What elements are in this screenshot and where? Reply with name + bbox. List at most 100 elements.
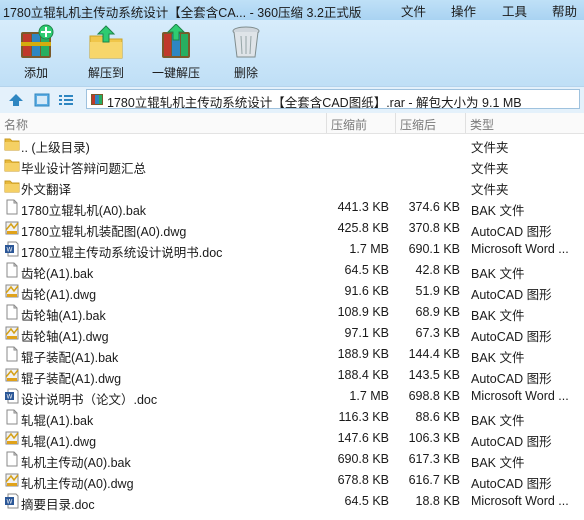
- file-row[interactable]: W 设计说明书（论文）.doc 1.7 MB 698.8 KB Microsoft Wo…: [0, 386, 584, 407]
- packed-size: 1.7 MB: [349, 242, 389, 256]
- file-row[interactable]: 齿轮轴(A1).bak 108.9 KB 68.9 KB BAK 文件: [0, 302, 584, 323]
- packed-size: 116.3 KB: [338, 410, 389, 424]
- packed-size: 64.5 KB: [344, 263, 389, 277]
- column-type[interactable]: 类型: [470, 116, 494, 133]
- dwg-file-icon: [4, 367, 20, 383]
- file-row[interactable]: 辊子装配(A1).bak 188.9 KB 144.4 KB BAK 文件: [0, 344, 584, 365]
- unpacked-size: 143.5 KB: [408, 368, 460, 382]
- up-arrow-icon[interactable]: [8, 93, 24, 107]
- file-row[interactable]: 辊子装配(A1).dwg 188.4 KB 143.5 KB AutoCAD 图形: [0, 365, 584, 386]
- file-name: 轧机主传动(A0).bak: [21, 456, 131, 470]
- details-view-icon[interactable]: [34, 93, 50, 107]
- file-row[interactable]: 齿轮(A1).dwg 91.6 KB 51.9 KB AutoCAD 图形: [0, 281, 584, 302]
- file-row[interactable]: 轧辊(A1).dwg 147.6 KB 106.3 KB AutoCAD 图形: [0, 428, 584, 449]
- one-click-extract-button[interactable]: 一键解压: [147, 24, 205, 84]
- menu-file[interactable]: 文件: [401, 1, 426, 20]
- file-type: AutoCAD 图形: [471, 477, 552, 491]
- dwg-file-icon: [4, 325, 20, 341]
- file-type: 文件夹: [471, 141, 509, 155]
- one-click-extract-button-label: 一键解压: [151, 66, 200, 80]
- column-divider[interactable]: [395, 113, 396, 133]
- packed-size: 147.6 KB: [337, 431, 389, 445]
- file-name: 摘要目录.doc: [21, 498, 95, 512]
- file-name: 外文翻译: [21, 183, 72, 197]
- title-bar: 1780立辊轧机主传动系统设计【全套含CA... - 360压缩 3.2正式版 …: [0, 0, 584, 20]
- file-name: 齿轮轴(A1).dwg: [21, 330, 109, 344]
- archive-path-field[interactable]: 1780立辊轧机主传动系统设计【全套含CAD图纸】.rar - 解包大小为 9.…: [86, 89, 580, 110]
- packed-size: 97.1 KB: [344, 326, 389, 340]
- file-name: 辊子装配(A1).bak: [21, 351, 119, 365]
- file-row[interactable]: W 1780立辊主传动系统设计说明书.doc 1.7 MB 690.1 KB Micro…: [0, 239, 584, 260]
- file-row[interactable]: 1780立辊轧机装配图(A0).dwg 425.8 KB 370.8 KB AutoC…: [0, 218, 584, 239]
- file-name: 毕业设计答辩问题汇总: [21, 162, 147, 176]
- file-row[interactable]: 轧机主传动(A0).bak 690.8 KB 617.3 KB BAK 文件: [0, 449, 584, 470]
- file-list: .. (上级目录) 文件夹 毕业设计答辩问题汇总 文件夹 外文翻译 文件夹 1780立辊轧机…: [0, 134, 584, 520]
- folder-row[interactable]: 外文翻译 文件夹: [0, 176, 584, 197]
- unpacked-size: 42.8 KB: [415, 263, 460, 277]
- svg-text:W: W: [7, 395, 13, 401]
- unpacked-size: 690.1 KB: [408, 242, 460, 256]
- file-name: 轧机主传动(A0).dwg: [21, 477, 134, 491]
- bak-file-icon: [4, 304, 20, 320]
- packed-size: 188.9 KB: [337, 347, 389, 361]
- unpacked-size: 144.4 KB: [408, 347, 460, 361]
- file-row[interactable]: 1780立辊轧机(A0).bak 441.3 KB 374.6 KB BAK 文件: [0, 197, 584, 218]
- one-click-extract-icon: [162, 24, 190, 58]
- file-type: 文件夹: [471, 162, 509, 176]
- file-name: 1780立辊轧机(A0).bak: [21, 204, 147, 218]
- file-row[interactable]: 轧机主传动(A0).dwg 678.8 KB 616.7 KB AutoCAD 图形: [0, 470, 584, 491]
- path-bar: 1780立辊轧机主传动系统设计【全套含CAD图纸】.rar - 解包大小为 9.…: [0, 86, 584, 114]
- bak-file-icon: [4, 199, 20, 215]
- file-name: 1780立辊轧机装配图(A0).dwg: [21, 225, 187, 239]
- file-row[interactable]: W 摘要目录.doc 64.5 KB 18.8 KB Microsoft Word ..…: [0, 491, 584, 512]
- folder-icon: [4, 157, 20, 173]
- column-name[interactable]: 名称: [4, 116, 28, 133]
- packed-size: 188.4 KB: [337, 368, 389, 382]
- unpacked-size: 617.3 KB: [408, 452, 460, 466]
- file-row[interactable]: 轧辊(A1).bak 116.3 KB 88.6 KB BAK 文件: [0, 407, 584, 428]
- file-type: BAK 文件: [471, 456, 525, 470]
- add-button-label: 添加: [23, 66, 48, 80]
- svg-text:W: W: [7, 248, 13, 254]
- file-name: 齿轮(A1).bak: [21, 267, 94, 281]
- column-divider[interactable]: [326, 113, 327, 133]
- file-row[interactable]: 齿轮(A1).bak 64.5 KB 42.8 KB BAK 文件: [0, 260, 584, 281]
- menu-operation[interactable]: 操作: [451, 1, 476, 20]
- file-type: AutoCAD 图形: [471, 372, 552, 386]
- svg-text:W: W: [7, 500, 13, 506]
- file-type: Microsoft Word ...: [471, 389, 569, 403]
- menu-tools[interactable]: 工具: [502, 1, 527, 20]
- folder-icon: [4, 136, 20, 152]
- unpacked-size: 616.7 KB: [408, 473, 460, 487]
- file-type: Microsoft Word ...: [471, 494, 569, 508]
- dwg-file-icon: [4, 430, 20, 446]
- bak-file-icon: [4, 262, 20, 278]
- extract-to-button[interactable]: 解压到: [77, 24, 135, 84]
- file-name: .. (上级目录): [21, 141, 90, 155]
- dwg-file-icon: [4, 283, 20, 299]
- delete-button[interactable]: 删除: [217, 24, 275, 84]
- file-row[interactable]: 齿轮轴(A1).dwg 97.1 KB 67.3 KB AutoCAD 图形: [0, 323, 584, 344]
- list-view-icon[interactable]: [58, 93, 74, 107]
- file-type: AutoCAD 图形: [471, 288, 552, 302]
- folder-row[interactable]: .. (上级目录) 文件夹: [0, 134, 584, 155]
- column-divider[interactable]: [465, 113, 466, 133]
- packed-size: 690.8 KB: [337, 452, 389, 466]
- rar-archive-icon: [91, 94, 103, 105]
- column-packed[interactable]: 压缩前: [331, 116, 367, 133]
- delete-trash-icon: [232, 26, 260, 58]
- file-name: 设计说明书（论文）.doc: [21, 393, 158, 407]
- file-type: AutoCAD 图形: [471, 330, 552, 344]
- file-name: 辊子装配(A1).dwg: [21, 372, 122, 386]
- unpacked-size: 370.8 KB: [408, 221, 460, 235]
- extract-to-button-label: 解压到: [87, 66, 124, 80]
- bak-file-icon: [4, 451, 20, 467]
- menu-help[interactable]: 帮助: [552, 1, 577, 20]
- folder-row[interactable]: 毕业设计答辩问题汇总 文件夹: [0, 155, 584, 176]
- add-button[interactable]: 添加: [7, 24, 65, 84]
- column-unpacked[interactable]: 压缩后: [400, 116, 436, 133]
- file-type: AutoCAD 图形: [471, 225, 552, 239]
- file-type: BAK 文件: [471, 267, 525, 281]
- file-type: Microsoft Word ...: [471, 242, 569, 256]
- bak-file-icon: [4, 409, 20, 425]
